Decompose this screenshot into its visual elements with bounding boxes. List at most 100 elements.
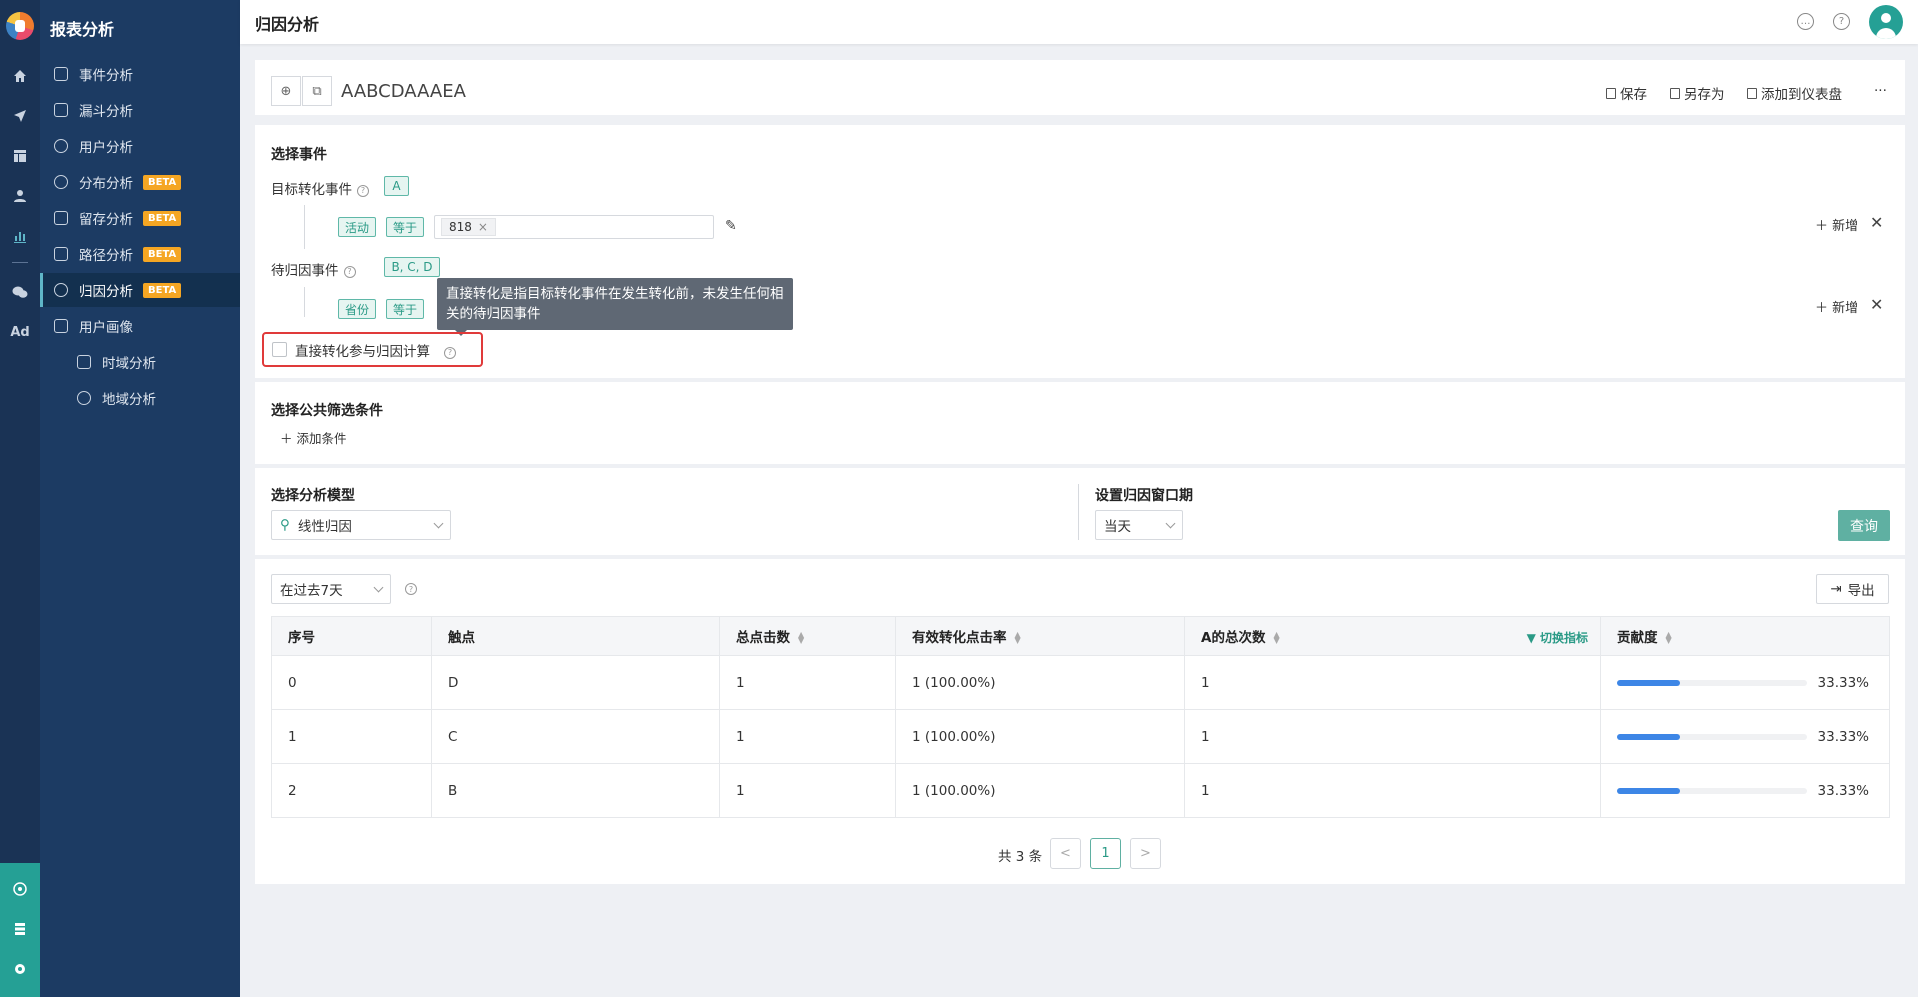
target-event-tag[interactable]: A [384, 176, 409, 196]
help-icon[interactable]: ? [444, 346, 456, 359]
sort-icon[interactable]: ▲ ▼ [798, 631, 804, 645]
column-header-contribution[interactable]: 贡献度 ▲ ▼ [1600, 616, 1890, 656]
tooltip: 直接转化是指目标转化事件在发生转化前，未发生任何相关的待归因事件 [437, 278, 793, 336]
tree-line [304, 287, 305, 317]
server-icon[interactable] [0, 917, 40, 941]
sidebar-item-attribution-analysis[interactable]: 归因分析 BETA [40, 273, 240, 307]
filter-operator-tag[interactable]: 等于 [386, 217, 424, 237]
column-header-clicks[interactable]: 总点击数 ▲ ▼ [719, 616, 896, 656]
rail-bottom [0, 863, 40, 997]
prev-page-button[interactable]: < [1050, 838, 1081, 869]
tree-line [304, 205, 305, 249]
bar-chart-icon [77, 355, 91, 369]
help-icon[interactable]: ? [1833, 13, 1850, 30]
cell-clicks: 1 [719, 655, 896, 710]
direct-conversion-checkbox[interactable] [272, 342, 287, 357]
chevron-down-icon [433, 518, 444, 529]
query-name[interactable]: AABCDAAAEA [341, 81, 466, 102]
ad-icon[interactable]: Ad [0, 320, 40, 344]
filter-value-input[interactable]: 818 × [434, 215, 714, 239]
sidebar-title: 报表分析 [50, 20, 115, 39]
cell-total: 1 [1184, 763, 1601, 818]
pending-event-tag[interactable]: B, C, D [384, 257, 440, 277]
sort-icon[interactable]: ▲ ▼ [1015, 631, 1021, 645]
sidebar-item-region-analysis[interactable]: 地域分析 [40, 381, 240, 415]
avatar[interactable] [1869, 5, 1903, 39]
column-header-total[interactable]: A的总次数 ▲ ▼ ▼ 切换指标 [1184, 616, 1601, 656]
filter-operator-tag[interactable]: 等于 [386, 299, 424, 319]
cell-clicks: 1 [719, 709, 896, 764]
cell-touchpoint: B [431, 763, 720, 818]
sidebar-item-distribution-analysis[interactable]: 分布分析 BETA [40, 165, 240, 199]
sort-icon[interactable]: ▲ ▼ [1666, 631, 1672, 645]
add-condition-button[interactable]: ＋ 添加条件 [280, 428, 347, 447]
save-button[interactable]: 保存 [1606, 83, 1647, 103]
pending-event-label: 待归因事件? [271, 259, 356, 279]
close-icon[interactable]: × [478, 220, 488, 234]
help-icon[interactable]: ? [405, 583, 417, 595]
add-circle-icon[interactable]: ⊕ [271, 76, 301, 106]
edit-pencil-icon[interactable]: ✎ [725, 218, 737, 234]
direct-conversion-label[interactable]: 直接转化参与归因计算? [295, 340, 456, 360]
funnel-icon [54, 103, 68, 117]
distribution-icon [54, 175, 68, 189]
next-page-button[interactable]: > [1130, 838, 1161, 869]
copy-icon[interactable]: ⧉ [302, 76, 332, 106]
add-filter-button[interactable]: ＋ 新增 [1815, 215, 1858, 234]
switch-metric-button[interactable]: ▼ 切换指标 [1527, 629, 1588, 646]
date-range-select[interactable]: 在过去7天 [271, 574, 391, 604]
event-section-card [255, 125, 1905, 378]
contribution-value: 33.33% [1817, 782, 1869, 799]
wechat-icon[interactable] [0, 280, 40, 304]
cell-rate: 1 (100.00%) [895, 763, 1185, 818]
message-icon[interactable]: … [1797, 13, 1814, 30]
value-chip: 818 × [441, 218, 496, 236]
save-as-button[interactable]: 另存为 [1670, 83, 1725, 103]
section-title-model: 选择分析模型 [271, 488, 355, 504]
sidebar-item-user-profile[interactable]: 用户画像 [40, 309, 240, 343]
page-title: 归因分析 [255, 15, 320, 34]
sidebar-item-retention-analysis[interactable]: 留存分析 BETA [40, 201, 240, 235]
filter-field-tag[interactable]: 活动 [338, 217, 376, 237]
home-icon[interactable] [0, 64, 40, 88]
model-section-card [255, 468, 1905, 555]
progress-bar [1617, 733, 1807, 740]
chart-icon[interactable] [0, 224, 40, 248]
cell-contribution: 33.33% [1600, 655, 1890, 710]
add-to-dashboard-button[interactable]: 添加到仪表盘 [1747, 83, 1842, 103]
sidebar-item-funnel-analysis[interactable]: 漏斗分析 [40, 93, 240, 127]
sidebar-item-time-analysis[interactable]: 时域分析 [40, 345, 240, 379]
beta-badge: BETA [143, 282, 182, 298]
table-row: 1 C 1 1 (100.00%) 1 33.33% [271, 709, 1890, 764]
column-header-rate[interactable]: 有效转化点击率 ▲ ▼ [895, 616, 1185, 656]
column-header-index: 序号 [271, 616, 432, 656]
window-select[interactable]: 当天 [1095, 510, 1183, 540]
user-icon[interactable] [0, 184, 40, 208]
sort-icon[interactable]: ▲ ▼ [1273, 631, 1279, 645]
close-icon[interactable]: ✕ [1870, 295, 1883, 314]
filter-field-tag[interactable]: 省份 [338, 299, 376, 319]
close-icon[interactable]: ✕ [1870, 213, 1883, 232]
integration-icon[interactable] [0, 877, 40, 901]
model-select[interactable]: ⚲ 线性归因 [271, 510, 451, 540]
filter-icon: ▼ [1526, 631, 1540, 645]
send-icon[interactable] [0, 104, 40, 128]
pagination-total: 共 3 条 [998, 849, 1043, 865]
progress-bar [1617, 787, 1807, 794]
page-button[interactable]: 1 [1090, 838, 1121, 869]
dashboard-icon[interactable] [0, 144, 40, 168]
progress-bar [1617, 679, 1807, 686]
export-button[interactable]: ⇥ 导出 [1816, 574, 1889, 604]
sidebar-item-path-analysis[interactable]: 路径分析 BETA [40, 237, 240, 271]
sidebar-item-user-analysis[interactable]: 用户分析 [40, 129, 240, 163]
settings-icon[interactable] [0, 957, 40, 981]
more-button[interactable]: ··· [1874, 83, 1887, 99]
folder-icon [54, 319, 68, 333]
cell-total: 1 [1184, 655, 1601, 710]
sidebar-item-event-analysis[interactable]: 事件分析 [40, 57, 240, 91]
add-filter-button[interactable]: ＋ 新增 [1815, 297, 1858, 316]
help-icon[interactable]: ? [343, 265, 356, 278]
help-icon[interactable]: ? [357, 184, 369, 197]
section-title-filters: 选择公共筛选条件 [271, 403, 383, 419]
query-button[interactable]: 查询 [1838, 510, 1890, 541]
